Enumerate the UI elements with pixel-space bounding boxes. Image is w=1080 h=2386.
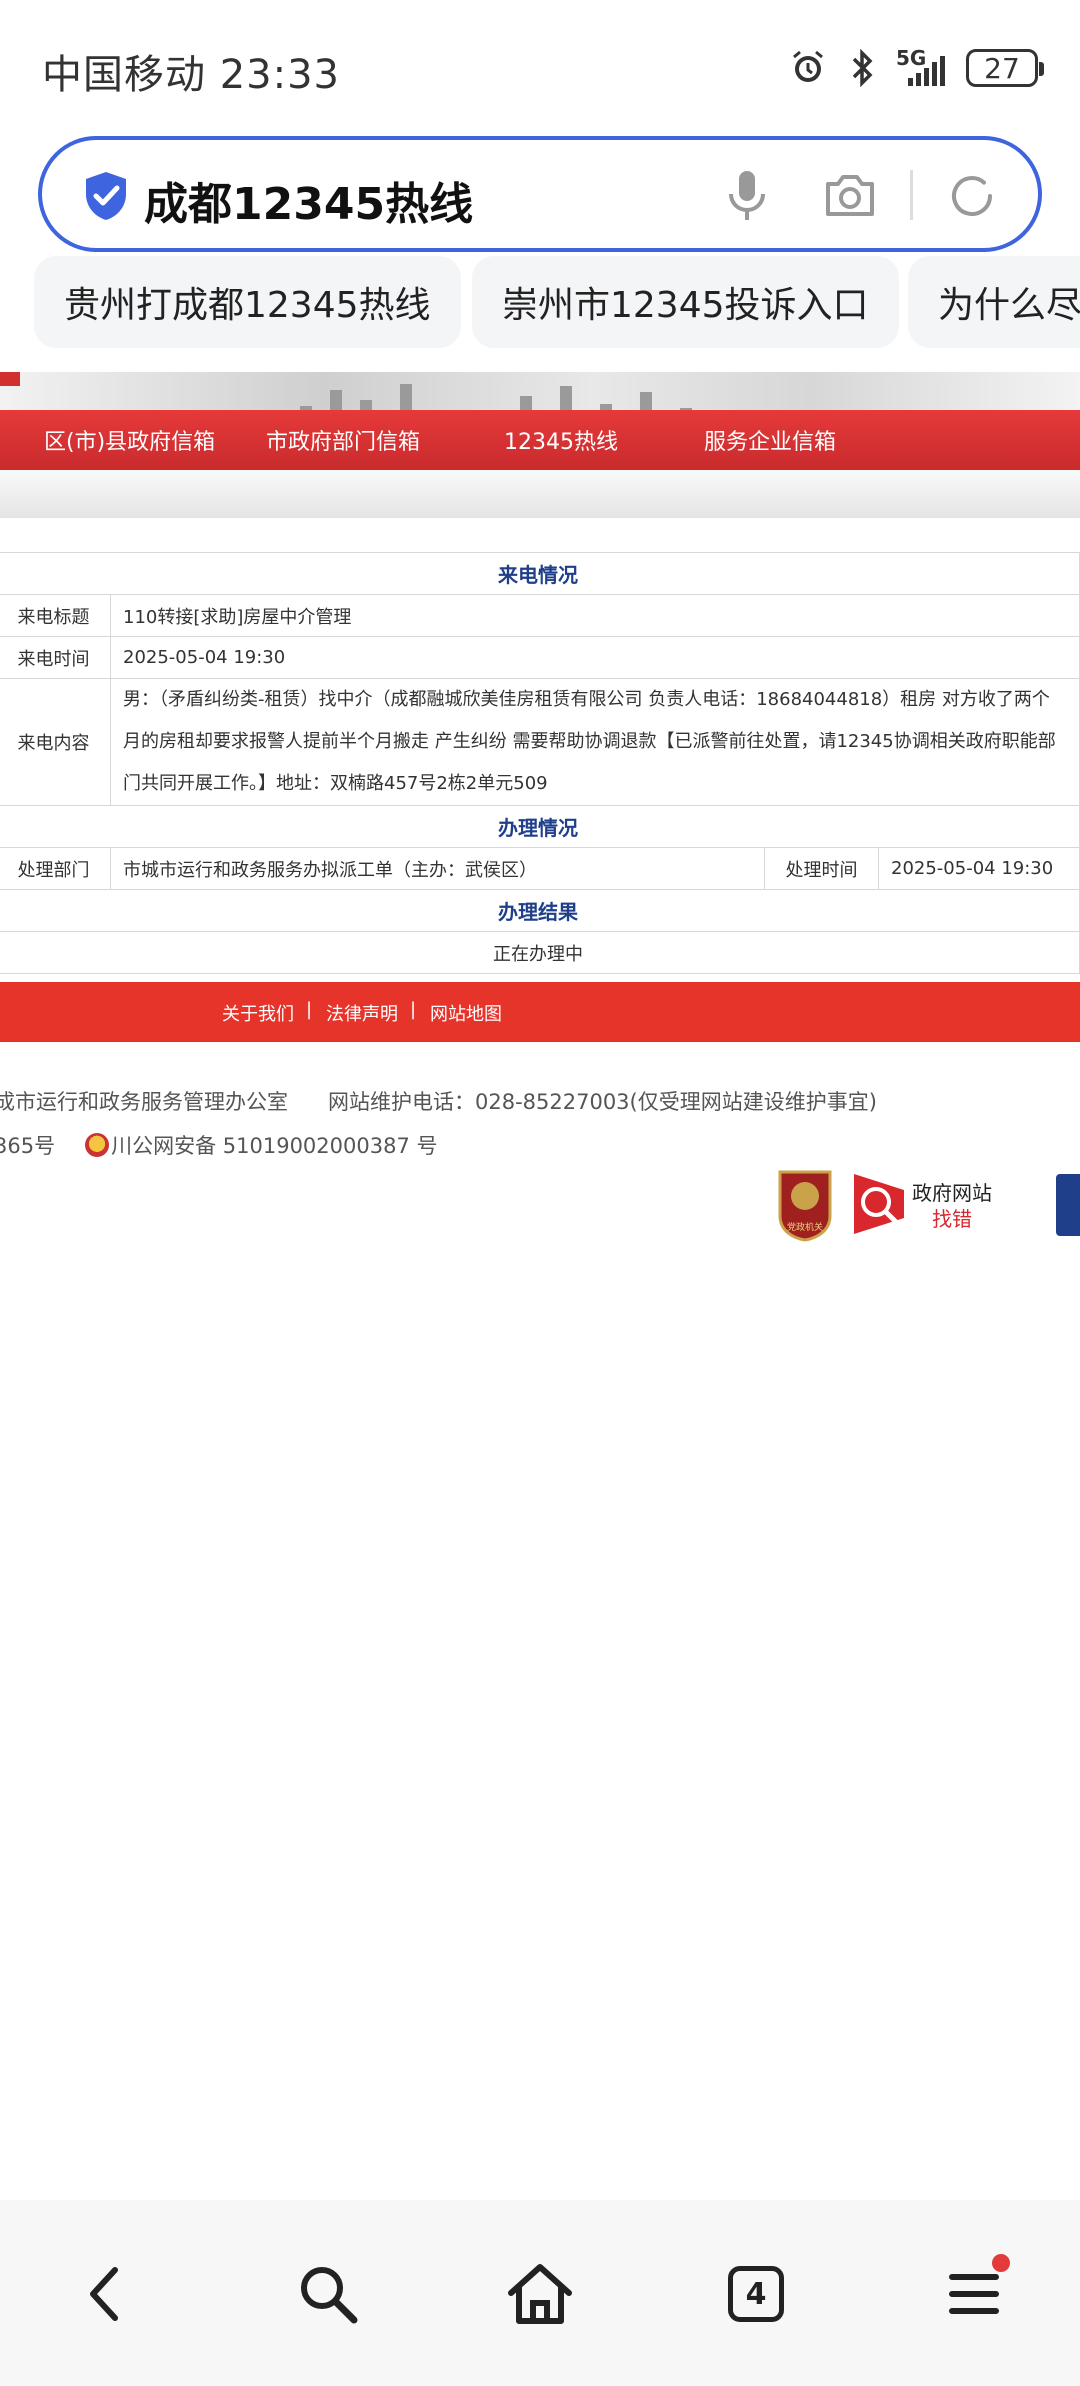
call-title-label: 来电标题: [0, 594, 111, 637]
footer-link-legal[interactable]: 法律声明: [326, 1000, 398, 1026]
party-gov-badge-icon[interactable]: 党政机关: [774, 1166, 836, 1242]
section-call-info: 来电情况: [0, 552, 1080, 595]
nav-district-mailbox[interactable]: 区(市)县政府信箱: [44, 424, 215, 456]
site-nav: 区(市)县政府信箱 市政府部门信箱 12345热线 服务企业信箱: [0, 410, 1080, 470]
handling-dept-label: 处理部门: [0, 847, 111, 890]
call-title-value: 110转接[求助]房屋中介管理: [110, 594, 1080, 637]
back-icon[interactable]: [64, 2254, 144, 2334]
carrier-time: 中国移动 23:33: [42, 52, 340, 98]
notification-dot: [992, 2254, 1010, 2272]
call-record-table: 来电情况 来电标题 110转接[求助]房屋中介管理 来电时间 2025-05-0…: [0, 552, 1080, 974]
section-handling-info: 办理情况: [0, 805, 1080, 848]
handling-dept-value: 市城市运行和政务服务办拟派工单（主办：武侯区）: [110, 847, 765, 890]
handling-time-value: 2025-05-04 19:30: [878, 847, 1080, 890]
search-input[interactable]: 成都12345热线: [144, 168, 473, 232]
suggestion-chip[interactable]: 为什么尽: [908, 256, 1080, 348]
badge-line1: 政府网站: [912, 1181, 992, 1205]
suggestion-chip[interactable]: 崇州市12345投诉入口: [472, 256, 899, 348]
footer-separator: |: [410, 999, 417, 1020]
footer-separator: |: [306, 999, 313, 1020]
badge-line2: 找错: [932, 1207, 972, 1231]
tab-count: 4: [728, 2266, 784, 2322]
footer-police-record: 川公网安备 51019002000387 号: [111, 1134, 438, 1158]
suggestion-chips: 贵州打成都12345热线 崇州市12345投诉入口 为什么尽: [0, 256, 1080, 352]
search-bar[interactable]: 成都12345热线: [38, 136, 1042, 252]
footer-office: 成市运行和政务服务管理办公室: [0, 1090, 288, 1114]
mic-icon[interactable]: [722, 168, 772, 224]
footer-link-about[interactable]: 关于我们: [222, 1000, 294, 1026]
bluetooth-icon: [842, 48, 882, 88]
nav-enterprise-mailbox[interactable]: 服务企业信箱: [704, 424, 836, 456]
shield-check-icon: [82, 170, 130, 222]
police-badge-icon: [85, 1133, 110, 1157]
signal-icon: 5G: [896, 48, 952, 88]
call-time-value: 2025-05-04 19:30: [110, 636, 1080, 679]
suggestion-chip[interactable]: 贵州打成都12345热线: [34, 256, 461, 348]
call-content-label: 来电内容: [0, 678, 111, 806]
grey-band: [0, 470, 1080, 518]
footer-icp: 365号: [0, 1134, 56, 1158]
gov-site-error-badge[interactable]: 政府网站 找错: [852, 1172, 1022, 1236]
battery-level: 27: [984, 51, 1020, 85]
nav-12345-hotline[interactable]: 12345热线: [504, 424, 618, 456]
search-icon[interactable]: [288, 2254, 368, 2334]
bottom-nav: 4: [0, 2200, 1080, 2386]
tabs-icon[interactable]: 4: [716, 2254, 796, 2334]
menu-icon[interactable]: [934, 2254, 1014, 2334]
search-divider: [910, 170, 913, 220]
site-badge-icon[interactable]: [1056, 1174, 1080, 1236]
footer-bar: 关于我们 | 法律声明 | 网站地图: [0, 982, 1080, 1042]
footer-info-line2: 365号 川公网安备 51019002000387 号: [0, 1130, 438, 1160]
section-handling-result: 办理结果: [0, 889, 1080, 932]
footer-phone: 网站维护电话：028-85227003(仅受理网站建设维护事宜): [328, 1090, 877, 1114]
status-icons: 5G 27: [788, 44, 1044, 92]
home-icon[interactable]: [500, 2254, 580, 2334]
handling-time-label: 处理时间: [764, 847, 879, 890]
camera-icon[interactable]: [822, 170, 878, 220]
battery-icon: 27: [966, 49, 1044, 87]
alarm-icon: [788, 48, 828, 88]
webpage: 区(市)县政府信箱 市政府部门信箱 12345热线 服务企业信箱 来电情况 来电…: [0, 352, 1080, 2202]
refresh-icon[interactable]: [946, 170, 998, 222]
footer-info-line1: 成市运行和政务服务管理办公室 网站维护电话：028-85227003(仅受理网站建…: [0, 1086, 877, 1116]
call-content-value: 男：（矛盾纠纷类-租赁）找中介（成都融城欣美佳房租赁有限公司 负责人电话：186…: [110, 678, 1080, 806]
party-gov-badge-text: 党政机关: [787, 1221, 823, 1233]
status-bar: 中国移动 23:33 5G 27: [0, 0, 1080, 130]
call-time-label: 来电时间: [0, 636, 111, 679]
nav-dept-mailbox[interactable]: 市政府部门信箱: [266, 424, 420, 456]
handling-result-value: 正在办理中: [0, 931, 1080, 974]
footer-link-sitemap[interactable]: 网站地图: [430, 1000, 502, 1026]
